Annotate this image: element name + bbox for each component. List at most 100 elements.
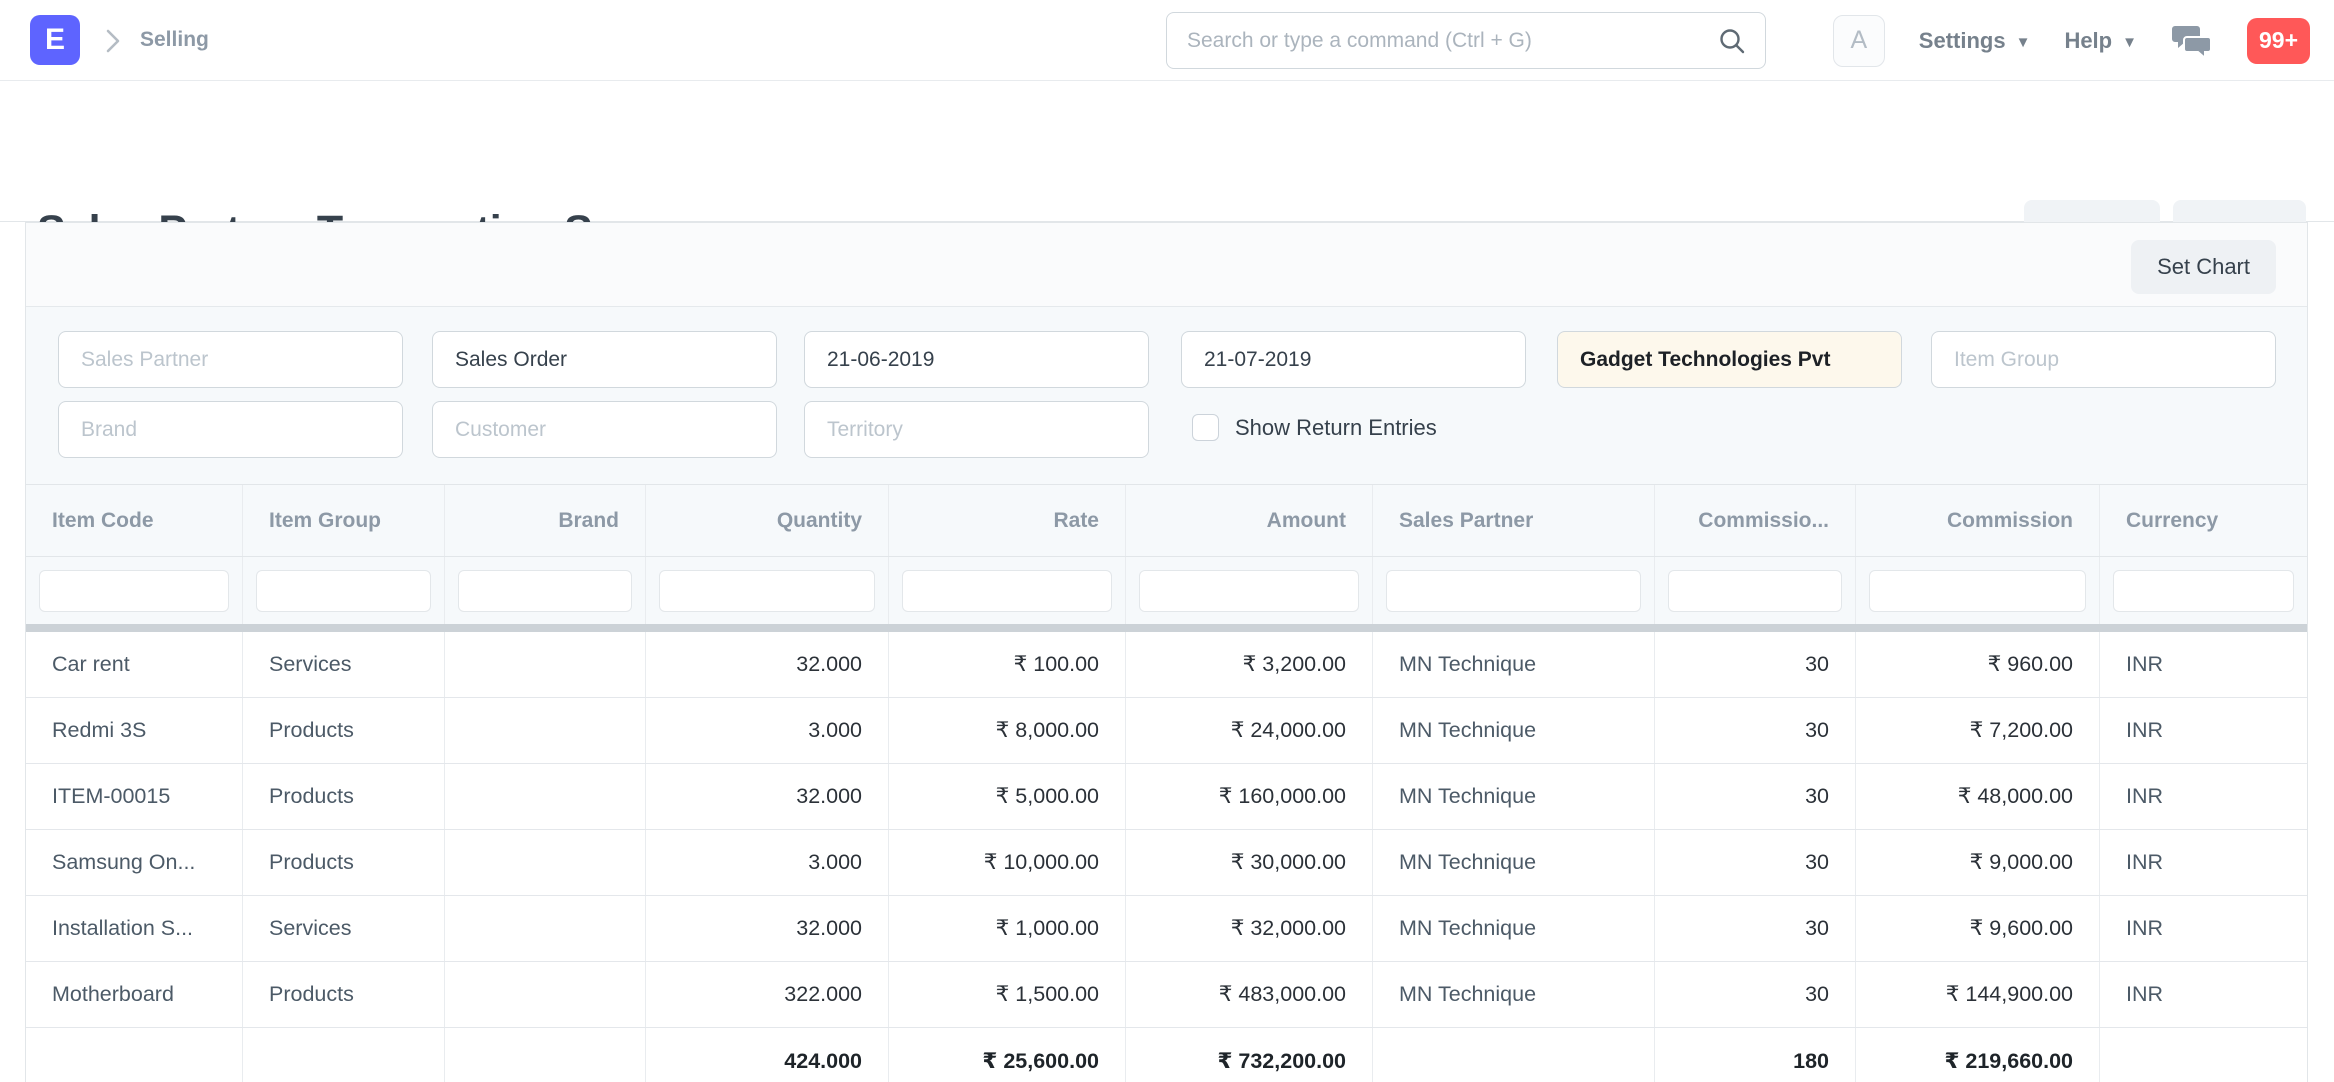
- app-logo[interactable]: E: [30, 15, 80, 65]
- show-return-entries-label[interactable]: Show Return Entries: [1235, 415, 1437, 441]
- total-cell-commission-rate: 180: [1655, 1028, 1856, 1082]
- cell-item-code: ITEM-00015: [26, 764, 243, 829]
- cell-rate: ₹ 1,000.00: [889, 896, 1126, 961]
- company-filter[interactable]: [1557, 331, 1902, 388]
- column-filter-cell-item-code: [26, 557, 243, 624]
- column-header-rate[interactable]: Rate: [889, 485, 1126, 556]
- column-header-item-group[interactable]: Item Group: [243, 485, 445, 556]
- column-filter-input-commission[interactable]: [1869, 570, 2086, 612]
- settings-menu[interactable]: Settings ▼: [1919, 28, 2031, 54]
- cell-quantity: 3.000: [646, 830, 889, 895]
- cell-sales-partner: MN Technique: [1373, 632, 1655, 697]
- cell-commission-rate: 30: [1655, 962, 1856, 1027]
- cell-item-group: Products: [243, 764, 445, 829]
- cell-brand: [445, 632, 646, 697]
- cell-commission: ₹ 48,000.00: [1856, 764, 2100, 829]
- table-row: Car rentServices32.000₹ 100.00₹ 3,200.00…: [26, 632, 2307, 698]
- total-cell-brand: [445, 1028, 646, 1082]
- cell-quantity: 3.000: [646, 698, 889, 763]
- column-filter-input-item-code[interactable]: [39, 570, 229, 612]
- total-cell-amount: ₹ 732,200.00: [1126, 1028, 1373, 1082]
- cell-item-code: Motherboard: [26, 962, 243, 1027]
- cell-commission-rate: 30: [1655, 698, 1856, 763]
- cell-quantity: 32.000: [646, 764, 889, 829]
- chat-icon[interactable]: [2171, 22, 2213, 60]
- column-header-amount[interactable]: Amount: [1126, 485, 1373, 556]
- cell-amount: ₹ 24,000.00: [1126, 698, 1373, 763]
- brand-filter[interactable]: [58, 401, 403, 458]
- total-cell-quantity: 424.000: [646, 1028, 889, 1082]
- column-filter-input-currency[interactable]: [2113, 570, 2294, 612]
- report-container: Set Chart Show Return Entries Item CodeI…: [25, 222, 2308, 1082]
- app-window: E Selling A Settings ▼ Help ▼: [0, 0, 2334, 1082]
- column-filter-cell-amount: [1126, 557, 1373, 624]
- table-row: Redmi 3SProducts 3.000₹ 8,000.00₹ 24,000.…: [26, 698, 2307, 764]
- cell-rate: ₹ 8,000.00: [889, 698, 1126, 763]
- cell-commission: ₹ 144,900.00: [1856, 962, 2100, 1027]
- column-filter-input-sales-partner[interactable]: [1386, 570, 1641, 612]
- breadcrumb[interactable]: Selling: [140, 0, 209, 80]
- avatar[interactable]: A: [1833, 15, 1885, 67]
- column-header-brand[interactable]: Brand: [445, 485, 646, 556]
- notification-badge[interactable]: 99+: [2247, 18, 2310, 64]
- cell-sales-partner: MN Technique: [1373, 830, 1655, 895]
- column-header-commission[interactable]: Commission: [1856, 485, 2100, 556]
- column-filter-cell-commission-rate: [1655, 557, 1856, 624]
- column-filter-cell-rate: [889, 557, 1126, 624]
- to-date-filter[interactable]: [1181, 331, 1526, 388]
- cell-amount: ₹ 483,000.00: [1126, 962, 1373, 1027]
- show-return-entries-checkbox[interactable]: [1192, 414, 1219, 441]
- cell-item-group: Products: [243, 698, 445, 763]
- column-header-sales-partner[interactable]: Sales Partner: [1373, 485, 1655, 556]
- cell-currency: INR: [2100, 764, 2307, 829]
- cell-brand: [445, 896, 646, 961]
- column-filter-input-item-group[interactable]: [256, 570, 431, 612]
- help-menu[interactable]: Help ▼: [2064, 28, 2137, 54]
- cell-brand: [445, 830, 646, 895]
- item-group-filter[interactable]: [1931, 331, 2276, 388]
- search-input[interactable]: [1167, 29, 1717, 53]
- cell-amount: ₹ 3,200.00: [1126, 632, 1373, 697]
- cell-brand: [445, 962, 646, 1027]
- table-row: Installation S...Services32.000₹ 1,000.0…: [26, 896, 2307, 962]
- cell-sales-partner: MN Technique: [1373, 962, 1655, 1027]
- show-return-entries: Show Return Entries: [1192, 414, 1437, 441]
- column-filter-cell-item-group: [243, 557, 445, 624]
- column-filter-input-rate[interactable]: [902, 570, 1112, 612]
- territory-filter[interactable]: [804, 401, 1149, 458]
- cell-item-group: Services: [243, 632, 445, 697]
- column-header-quantity[interactable]: Quantity: [646, 485, 889, 556]
- cell-amount: ₹ 32,000.00: [1126, 896, 1373, 961]
- column-filter-cell-currency: [2100, 557, 2307, 624]
- sales-partner-filter[interactable]: [58, 331, 403, 388]
- set-chart-button[interactable]: Set Chart: [2131, 240, 2276, 294]
- column-filter-input-quantity[interactable]: [659, 570, 875, 612]
- from-date-filter[interactable]: [804, 331, 1149, 388]
- cell-commission: ₹ 7,200.00: [1856, 698, 2100, 763]
- cell-commission-rate: 30: [1655, 632, 1856, 697]
- horizontal-scrollbar[interactable]: [26, 624, 2307, 632]
- cell-currency: INR: [2100, 632, 2307, 697]
- column-header-currency[interactable]: Currency: [2100, 485, 2307, 556]
- cell-quantity: 322.000: [646, 962, 889, 1027]
- column-filter-input-brand[interactable]: [458, 570, 632, 612]
- column-header-commission-rate[interactable]: Commissio...: [1655, 485, 1856, 556]
- cell-item-code: Installation S...: [26, 896, 243, 961]
- cell-item-code: Redmi 3S: [26, 698, 243, 763]
- search-icon[interactable]: [1717, 26, 1747, 56]
- cell-commission-rate: 30: [1655, 830, 1856, 895]
- column-header-item-code[interactable]: Item Code: [26, 485, 243, 556]
- table-row: ITEM-00015Products32.000₹ 5,000.00₹ 160,…: [26, 764, 2307, 830]
- column-filter-input-amount[interactable]: [1139, 570, 1359, 612]
- global-search: [1166, 12, 1766, 69]
- table-header-row: Item CodeItem GroupBrandQuantityRateAmou…: [26, 485, 2307, 557]
- column-filter-input-commission-rate[interactable]: [1668, 570, 1842, 612]
- customer-filter[interactable]: [432, 401, 777, 458]
- table-row: Samsung On...Products3.000₹ 10,000.00₹ 3…: [26, 830, 2307, 896]
- report-filters: Show Return Entries: [26, 307, 2307, 484]
- doctype-filter[interactable]: [432, 331, 777, 388]
- settings-label: Settings: [1919, 28, 2006, 54]
- total-cell-currency: [2100, 1028, 2307, 1082]
- report-toolbar: Set Chart: [26, 222, 2307, 307]
- column-filter-cell-sales-partner: [1373, 557, 1655, 624]
